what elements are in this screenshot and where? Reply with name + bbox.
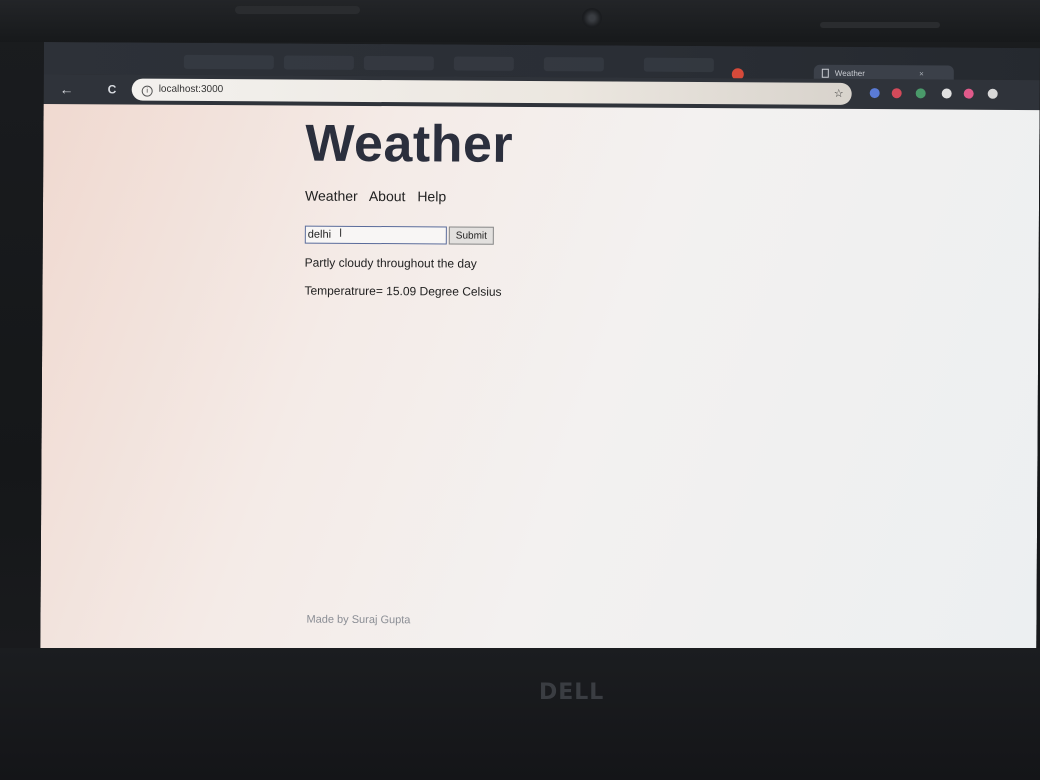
back-arrow-icon[interactable]: ← <box>60 74 74 104</box>
reload-icon[interactable]: C <box>108 74 117 104</box>
page-title: Weather <box>305 114 514 174</box>
extension-icon[interactable] <box>987 88 998 99</box>
document-icon <box>821 68 829 78</box>
extension-icon[interactable] <box>963 88 974 99</box>
bezel-marking <box>820 22 940 28</box>
browser-tab[interactable] <box>363 55 434 71</box>
dell-logo: DELL <box>539 680 605 705</box>
laptop: Weather × ← C i localhost:3000 ☆ Weather … <box>0 0 1040 780</box>
bezel-marking <box>235 6 360 14</box>
browser-tab[interactable] <box>543 57 604 72</box>
site-nav: Weather About Help <box>305 188 454 205</box>
forecast-message: Partly cloudy throughout the day <box>304 255 477 271</box>
extension-icon[interactable] <box>891 88 902 99</box>
nav-link-about[interactable]: About <box>369 188 406 204</box>
temperature-message: Temperatrure= 15.09 Degree Celsius <box>304 283 502 299</box>
browser-tab[interactable] <box>283 55 354 70</box>
weather-form: Submit <box>304 225 495 245</box>
laptop-bottom-bezel <box>0 648 1040 780</box>
address-bar[interactable]: i localhost:3000 ☆ <box>131 78 852 105</box>
star-icon[interactable]: ☆ <box>834 83 844 105</box>
tab-title: Weather <box>834 68 865 79</box>
location-input[interactable] <box>304 225 447 245</box>
web-page: Weather Weather About Help Submit I Part… <box>40 103 1040 671</box>
page-footer: Made by Suraj Gupta <box>306 613 411 627</box>
browser-tab[interactable] <box>183 54 274 70</box>
url-text: localhost:3000 <box>158 83 224 96</box>
webcam-icon <box>582 8 602 28</box>
extension-icon[interactable] <box>869 88 880 99</box>
nav-link-weather[interactable]: Weather <box>305 188 358 204</box>
laptop-screen: Weather × ← C i localhost:3000 ☆ Weather … <box>40 42 1040 671</box>
submit-button[interactable]: Submit <box>448 226 495 245</box>
browser-tab[interactable] <box>453 56 514 71</box>
extension-icon[interactable] <box>941 88 952 99</box>
nav-link-help[interactable]: Help <box>417 188 446 204</box>
info-icon[interactable]: i <box>141 85 153 97</box>
extension-icon[interactable] <box>915 88 926 99</box>
laptop-top-bezel <box>0 0 1040 42</box>
text-cursor-icon: I <box>338 225 343 240</box>
browser-tab[interactable] <box>643 57 714 73</box>
